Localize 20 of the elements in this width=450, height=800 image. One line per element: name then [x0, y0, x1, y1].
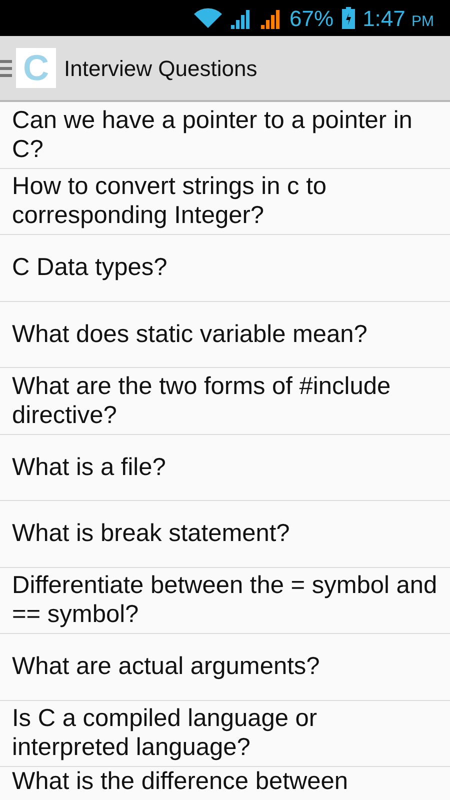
app-title: Interview Questions	[64, 54, 258, 82]
question-item[interactable]: Differentiate between the = symbol and == symbol?	[0, 568, 450, 634]
clock: 1:47 PM	[362, 4, 434, 32]
app-logo: C	[16, 48, 56, 88]
signal-icon	[260, 7, 282, 29]
question-item[interactable]: What is the difference between	[0, 767, 450, 795]
question-item[interactable]: What are the two forms of #include directive?	[0, 368, 450, 434]
question-item[interactable]: Is C a compiled language or interpreted language?	[0, 700, 450, 767]
question-item[interactable]: What is break statement?	[0, 501, 450, 568]
question-item[interactable]: C Data types?	[0, 235, 450, 302]
menu-icon	[0, 58, 12, 78]
question-item[interactable]: How to convert strings in c to corresponding Integer?	[0, 168, 450, 235]
signal-icon	[230, 7, 252, 29]
wifi-icon	[194, 7, 222, 29]
question-item[interactable]: What are actual arguments?	[0, 634, 450, 700]
battery-percent: 67%	[290, 4, 334, 32]
question-item[interactable]: Can we have a pointer to a pointer in C?	[0, 102, 450, 168]
question-item[interactable]: What does static variable mean?	[0, 302, 450, 368]
question-item[interactable]: What is a file?	[0, 434, 450, 501]
battery-icon	[342, 7, 355, 29]
